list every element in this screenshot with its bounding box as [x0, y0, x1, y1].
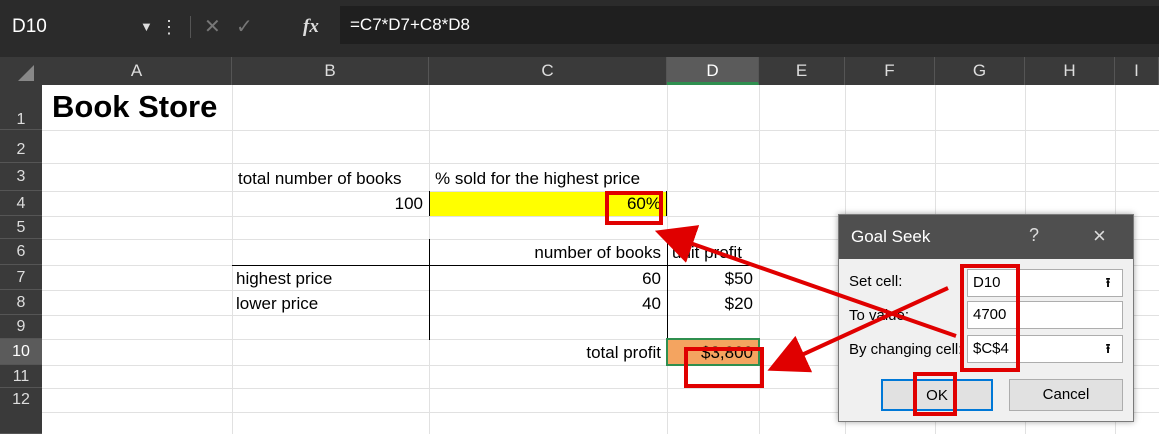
close-icon[interactable]: ×: [1093, 223, 1106, 249]
set-cell-label: Set cell:: [849, 273, 903, 290]
cell-b3[interactable]: total number of books: [238, 163, 401, 191]
help-icon[interactable]: ?: [1029, 225, 1039, 246]
select-all-corner[interactable]: [0, 57, 42, 85]
row-header-9[interactable]: 9: [0, 315, 42, 339]
cell-b7[interactable]: highest price: [236, 265, 332, 290]
column-header-a[interactable]: A: [42, 57, 232, 85]
column-header-d[interactable]: D: [667, 57, 759, 85]
cell-b8[interactable]: lower price: [236, 290, 318, 315]
cell-c8[interactable]: 40: [429, 290, 667, 315]
row-header-1[interactable]: 1: [0, 85, 42, 130]
column-header-i[interactable]: I: [1115, 57, 1159, 85]
insert-function-icon[interactable]: fx: [303, 12, 319, 42]
column-header-c[interactable]: C: [429, 57, 667, 85]
column-header-f[interactable]: F: [845, 57, 935, 85]
cell-d7[interactable]: $50: [667, 265, 759, 290]
cell-c6[interactable]: number of books: [429, 239, 667, 265]
more-options-icon[interactable]: ⋮: [160, 12, 178, 42]
cancel-button[interactable]: Cancel: [1009, 379, 1123, 411]
row-header-3[interactable]: 3: [0, 163, 42, 191]
cell-b4[interactable]: 100: [232, 191, 429, 216]
highlight-d10: [684, 347, 764, 388]
select-all-icon: [18, 65, 34, 81]
divider: [190, 16, 191, 38]
cell-c10[interactable]: total profit: [429, 339, 667, 365]
name-box[interactable]: D10 ▼: [12, 12, 180, 42]
cell-a1[interactable]: Book Store: [52, 87, 217, 127]
changing-cell-label: By changing cell:: [849, 341, 963, 358]
row-header-11[interactable]: 11: [0, 365, 42, 388]
highlight-ok-button: [913, 372, 957, 416]
collapse-dialog-icon[interactable]: ⭱: [1098, 339, 1118, 359]
collapse-dialog-icon[interactable]: ⭱: [1098, 273, 1118, 293]
cell-d6[interactable]: unit profit: [672, 239, 742, 265]
row-header-2[interactable]: 2: [0, 130, 42, 163]
close-icon[interactable]: ✕: [204, 12, 221, 42]
to-value-label: To value:: [849, 307, 910, 324]
column-header-g[interactable]: G: [935, 57, 1025, 85]
row-header-8[interactable]: 8: [0, 290, 42, 315]
formula-input[interactable]: =C7*D7+C8*D8: [340, 6, 1159, 44]
highlight-c4: [605, 191, 663, 225]
dialog-titlebar[interactable]: Goal Seek ? ×: [839, 215, 1133, 259]
highlight-dialog-fields: [960, 264, 1020, 372]
dialog-title: Goal Seek: [851, 227, 931, 246]
gridline: [232, 85, 233, 434]
row-header-6[interactable]: 6: [0, 239, 42, 265]
cell-c3[interactable]: % sold for the highest price: [435, 163, 640, 191]
row-header-12[interactable]: 12: [0, 388, 42, 434]
column-header-b[interactable]: B: [232, 57, 429, 85]
cell-c7[interactable]: 60: [429, 265, 667, 290]
check-icon[interactable]: ✓: [236, 12, 253, 42]
name-box-value[interactable]: D10: [12, 12, 47, 42]
column-header-h[interactable]: H: [1025, 57, 1115, 85]
gridline: [42, 130, 1159, 131]
column-header-e[interactable]: E: [759, 57, 845, 85]
row-header-10[interactable]: 10: [0, 339, 42, 365]
formula-bar: D10 ▼ ⋮ ✕ ✓ fx =C7*D7+C8*D8: [0, 0, 1159, 57]
row-header-7[interactable]: 7: [0, 265, 42, 290]
cell-d8[interactable]: $20: [667, 290, 759, 315]
row-header-4[interactable]: 4: [0, 191, 42, 216]
row-header-5[interactable]: 5: [0, 216, 42, 239]
chevron-down-icon[interactable]: ▼: [140, 12, 153, 42]
